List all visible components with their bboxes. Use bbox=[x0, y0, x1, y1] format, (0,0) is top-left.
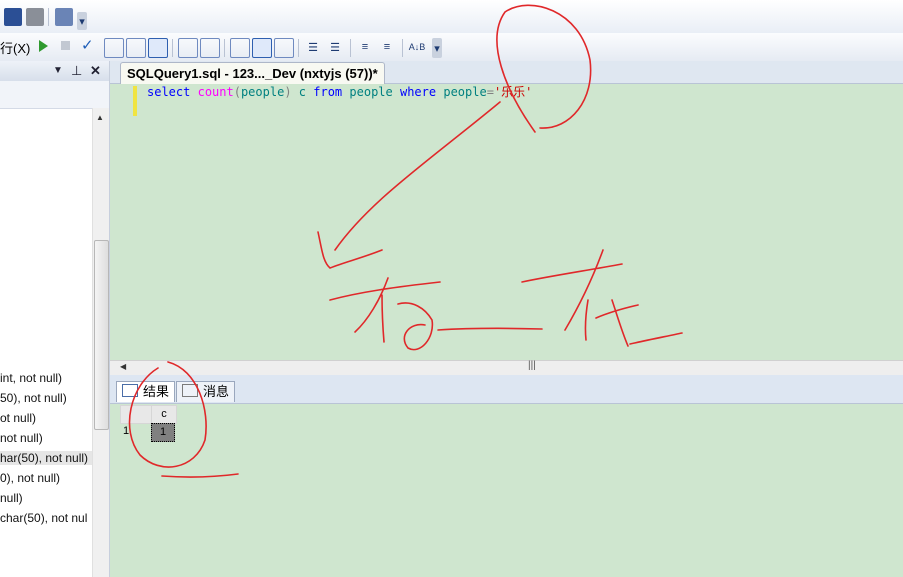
query-options-icon[interactable] bbox=[230, 38, 250, 58]
toolbar-separator bbox=[402, 39, 403, 57]
keyword: from bbox=[313, 85, 343, 99]
tree-item[interactable]: null) bbox=[0, 491, 92, 505]
close-icon[interactable]: ✕ bbox=[90, 63, 101, 79]
decrease-indent-icon[interactable]: ≡ bbox=[356, 38, 374, 56]
include-plan-icon[interactable] bbox=[178, 38, 198, 58]
scroll-left-icon[interactable]: ◀ bbox=[120, 362, 126, 371]
keyword: select bbox=[147, 85, 191, 99]
toolbar-overflow-icon[interactable]: ▾ bbox=[432, 38, 442, 58]
parse-check-icon[interactable]: ✓ bbox=[81, 36, 94, 54]
operator: = bbox=[486, 85, 494, 99]
column-header-c[interactable]: c bbox=[151, 405, 177, 424]
tree-item[interactable]: not null) bbox=[0, 431, 92, 445]
tree-item[interactable]: 50), not null) bbox=[0, 391, 92, 405]
display-plan-icon[interactable] bbox=[252, 38, 272, 58]
tree-item[interactable]: 0), not null) bbox=[0, 471, 92, 485]
stop-icon[interactable] bbox=[61, 41, 70, 50]
tree-item[interactable]: int, not null) bbox=[0, 371, 92, 385]
tree-item[interactable]: har(50), not null) bbox=[0, 451, 92, 465]
grid-corner-cell[interactable] bbox=[120, 405, 152, 424]
panel-menu-icon[interactable]: ▼ bbox=[53, 65, 63, 76]
toolbar-separator bbox=[298, 39, 299, 57]
editor-hscrollbar[interactable]: ◀ ||| bbox=[110, 360, 903, 375]
run-icon[interactable] bbox=[39, 40, 48, 52]
tab-results[interactable]: 结果 bbox=[116, 381, 176, 402]
panel-header: ▼ ⊥ ✕ bbox=[0, 61, 109, 81]
document-tab-strip: SQLQuery1.sql - 123..._Dev (nxtyjs (57))… bbox=[110, 61, 903, 84]
object-explorer-panel: ▼ ⊥ ✕ int, not null) 50), not null) ot n… bbox=[0, 61, 110, 577]
uncomment-icon[interactable]: ☰ bbox=[326, 38, 344, 56]
specify-values-icon[interactable]: A↓B bbox=[408, 38, 426, 56]
result-cell[interactable]: 1 bbox=[151, 423, 175, 442]
comment-icon[interactable]: ☰ bbox=[304, 38, 322, 56]
explorer-scrollbar[interactable]: ▲ bbox=[92, 108, 109, 577]
results-tab-bar: 结果 消息 bbox=[110, 375, 903, 404]
keyword: where bbox=[399, 85, 437, 99]
function: count bbox=[197, 85, 234, 99]
string-literal: '乐乐' bbox=[493, 85, 533, 99]
dropdown-icon[interactable]: ▾ bbox=[77, 12, 87, 30]
analyze-icon[interactable] bbox=[274, 38, 294, 58]
toolbar-separator bbox=[172, 39, 173, 57]
identifier: people bbox=[349, 85, 393, 99]
pin-icon[interactable]: ⊥ bbox=[71, 63, 82, 79]
results-to-text-icon[interactable] bbox=[126, 38, 146, 58]
punct: ) bbox=[284, 85, 292, 99]
toolbar-separator bbox=[48, 8, 49, 26]
panel-toolbar bbox=[0, 81, 109, 109]
punct: ( bbox=[233, 85, 241, 99]
increase-indent-icon[interactable]: ≡ bbox=[378, 38, 396, 56]
identifier: people bbox=[443, 85, 487, 99]
save-icon[interactable] bbox=[4, 8, 22, 26]
tab-label: 结果 bbox=[143, 384, 170, 399]
scrollbar-thumb[interactable] bbox=[94, 240, 109, 430]
grid-icon bbox=[122, 384, 138, 397]
print-icon[interactable] bbox=[26, 8, 44, 26]
tab-label: 消息 bbox=[203, 384, 230, 399]
splitter-grip-icon[interactable]: ||| bbox=[528, 360, 536, 371]
changed-line-marker bbox=[133, 86, 137, 116]
report-icon[interactable] bbox=[55, 8, 73, 26]
client-stats-icon[interactable] bbox=[200, 38, 220, 58]
identifier: people bbox=[240, 85, 285, 99]
messages-icon bbox=[182, 384, 198, 397]
identifier: c bbox=[298, 85, 307, 99]
tree-item[interactable]: char(50), not nul bbox=[0, 511, 92, 525]
toolbar-separator bbox=[350, 39, 351, 57]
tab-messages[interactable]: 消息 bbox=[176, 381, 236, 402]
results-to-grid-icon[interactable] bbox=[148, 38, 168, 58]
tree-item[interactable]: ot null) bbox=[0, 411, 92, 425]
underline-annotation bbox=[161, 473, 239, 478]
standard-toolbar: ▾ bbox=[0, 0, 903, 34]
scroll-up-icon[interactable]: ▲ bbox=[96, 113, 104, 122]
execute-menu-label[interactable]: 行(X) bbox=[0, 38, 30, 57]
toolbar-separator bbox=[224, 39, 225, 57]
row-header[interactable]: 1 bbox=[120, 423, 132, 440]
query-designer-icon[interactable] bbox=[104, 38, 124, 58]
code-line[interactable]: select count(people) c from people where… bbox=[147, 84, 532, 100]
query-editor[interactable]: select count(people) c from people where… bbox=[110, 84, 903, 360]
tab-sqlquery1[interactable]: SQLQuery1.sql - 123..._Dev (nxtyjs (57))… bbox=[120, 62, 385, 84]
